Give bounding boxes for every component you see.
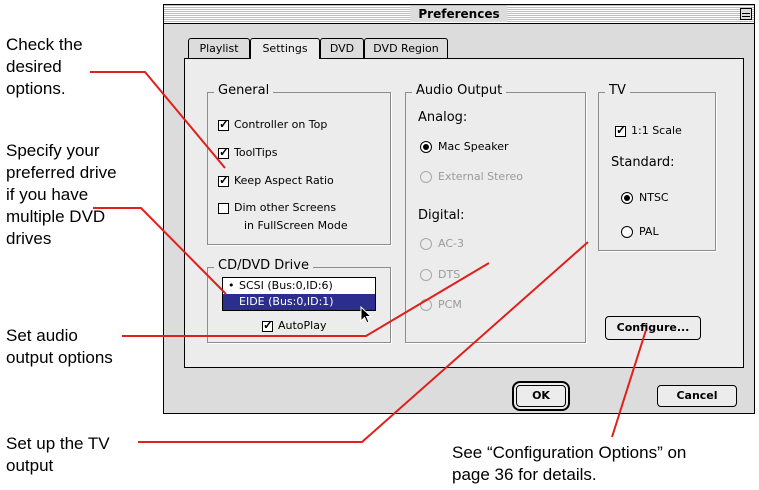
mac-speaker-radio[interactable] — [420, 141, 432, 153]
tab-playlist[interactable]: Playlist — [188, 38, 250, 58]
audio-output-group-title: Audio Output — [412, 82, 507, 100]
annotation-line: page 36 for details. — [452, 465, 597, 484]
ok-button[interactable]: OK — [516, 385, 566, 407]
dim-other-screens-label-line2: in FullScreen Mode — [244, 219, 348, 232]
cursor-arrow-icon — [360, 306, 373, 324]
annotation-line: Set up the TV — [6, 434, 110, 453]
controller-on-top-label: Controller on Top — [234, 118, 328, 131]
tooltips-label: ToolTips — [234, 146, 278, 159]
controller-on-top-checkbox[interactable] — [218, 117, 229, 131]
tv-group: TV 1:1 Scale Standard: NTSC PAL — [598, 82, 716, 251]
drive-list-item[interactable]: EIDE (Bus:0,ID:1) — [223, 294, 375, 310]
tooltips-checkbox[interactable] — [218, 145, 229, 159]
annotation-check-options: Check the desired options. — [6, 34, 83, 100]
selected-bullet-icon: • — [228, 279, 235, 292]
ac3-radio[interactable] — [420, 238, 432, 250]
annotation-tv-output: Set up the TV output — [6, 433, 110, 477]
keep-aspect-ratio-checkbox[interactable] — [218, 173, 229, 187]
pal-radio[interactable] — [621, 226, 633, 238]
annotation-line: Set audio — [6, 326, 78, 345]
drive-listbox[interactable]: • SCSI (Bus:0,ID:6) EIDE (Bus:0,ID:1) — [222, 277, 376, 311]
preferences-window: Preferences Playlist Settings DVD DVD Re… — [163, 4, 755, 414]
keep-aspect-ratio-label: Keep Aspect Ratio — [234, 174, 334, 187]
annotation-line: options. — [6, 79, 66, 98]
one-to-one-scale-checkbox[interactable] — [615, 123, 626, 137]
annotation-audio-output: Set audio output options — [6, 325, 113, 369]
one-to-one-scale-label: 1:1 Scale — [631, 124, 682, 137]
tv-group-title: TV — [605, 82, 630, 100]
analog-label: Analog: — [418, 110, 468, 125]
drive-item-label: EIDE (Bus:0,ID:1) — [239, 295, 334, 308]
drive-group-title: CD/DVD Drive — [214, 257, 313, 275]
drive-list-item[interactable]: • SCSI (Bus:0,ID:6) — [223, 278, 375, 294]
annotation-line: output — [6, 456, 54, 475]
tab-settings[interactable]: Settings — [250, 38, 320, 59]
cancel-button[interactable]: Cancel — [657, 385, 737, 407]
annotation-line: See “Configuration Options” on — [452, 443, 687, 462]
ac3-label: AC-3 — [438, 237, 464, 250]
annotation-line: desired — [6, 57, 62, 76]
pcm-radio[interactable] — [420, 299, 432, 311]
annotation-line: drives — [6, 229, 52, 248]
title-bar[interactable]: Preferences — [164, 5, 754, 24]
mac-speaker-label: Mac Speaker — [438, 140, 509, 153]
tab-label: DVD Region — [373, 42, 439, 55]
digital-label: Digital: — [418, 208, 465, 223]
pcm-label: PCM — [438, 298, 462, 311]
tab-label: DVD — [329, 42, 355, 55]
tab-label: Playlist — [199, 42, 239, 55]
external-stereo-radio[interactable] — [420, 171, 432, 183]
window-title: Preferences — [410, 6, 508, 22]
settings-panel: General Controller on Top ToolTips Keep … — [184, 58, 744, 368]
annotation-line: if you have — [6, 185, 89, 204]
general-group-title: General — [214, 82, 274, 100]
autoplay-checkbox[interactable] — [262, 318, 273, 332]
annotation-line: preferred drive — [6, 163, 117, 182]
configure-button[interactable]: Configure... — [605, 316, 701, 340]
pal-label: PAL — [639, 225, 659, 238]
general-group: General Controller on Top ToolTips Keep … — [207, 82, 391, 245]
dim-other-screens-checkbox[interactable] — [218, 203, 229, 214]
tab-label: Settings — [262, 42, 308, 55]
dts-radio[interactable] — [420, 269, 432, 281]
tab-dvd-region[interactable]: DVD Region — [364, 38, 448, 58]
annotation-line: Check the — [6, 35, 83, 54]
ntsc-label: NTSC — [639, 191, 669, 204]
autoplay-label: AutoPlay — [278, 319, 327, 332]
audio-output-group: Audio Output Analog: Mac Speaker Externa… — [405, 82, 586, 343]
annotation-line: output options — [6, 348, 113, 367]
annotation-specify-drive: Specify your preferred drive if you have… — [6, 140, 117, 250]
collapse-box-icon[interactable] — [740, 8, 752, 20]
tab-dvd[interactable]: DVD — [320, 38, 364, 58]
dim-other-screens-label: Dim other Screens — [234, 201, 337, 214]
annotation-config-ref: See “Configuration Options” on page 36 f… — [452, 442, 686, 486]
dts-label: DTS — [438, 268, 461, 281]
drive-item-label: SCSI (Bus:0,ID:6) — [239, 279, 333, 292]
annotation-line: multiple DVD — [6, 207, 106, 226]
external-stereo-label: External Stereo — [438, 170, 523, 183]
annotation-line: Specify your — [6, 141, 100, 160]
standard-label: Standard: — [611, 155, 675, 170]
ntsc-radio[interactable] — [621, 192, 633, 204]
